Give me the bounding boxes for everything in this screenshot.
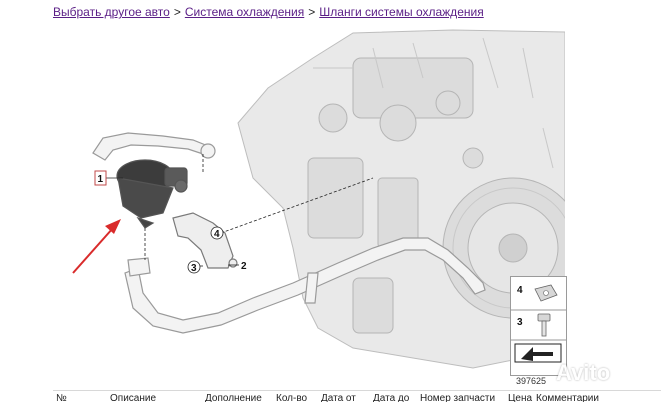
callout-4-label: 4: [214, 229, 220, 240]
breadcrumb-separator: >: [173, 5, 181, 19]
breadcrumb-cooling-hoses-link[interactable]: Шланги системы охлаждения: [319, 5, 483, 19]
legend-label-3: 3: [517, 317, 523, 328]
callout-1-label: 1: [98, 174, 104, 185]
parts-table-header: № Описание Дополнение Кол-во Дата от Дат…: [53, 390, 661, 402]
clip-nut-icon: [534, 284, 558, 302]
breadcrumb: Выбрать другое авто > Система охлаждения > Ш…: [53, 5, 484, 19]
callout-1: 1: [94, 170, 107, 186]
direction-arrow-icon: [514, 343, 562, 363]
diagram-number: 397625: [516, 376, 547, 386]
callout-2-label: 2: [241, 261, 247, 272]
breadcrumb-choose-car-link[interactable]: Выбрать другое авто: [53, 5, 170, 19]
red-pointer-arrow-icon: [72, 219, 121, 274]
avito-watermark: Avito: [556, 360, 611, 385]
legend-label-4: 4: [517, 285, 523, 296]
parts-diagram: 1 2 3 4: [53, 28, 565, 390]
engine-drawing: 1 2 3 4: [72, 29, 565, 369]
bolt-icon: [537, 313, 551, 337]
callout-3: 3: [187, 260, 201, 274]
breadcrumb-cooling-system-link[interactable]: Система охлаждения: [185, 5, 304, 19]
callout-3-label: 3: [191, 263, 197, 274]
breadcrumb-separator: >: [308, 5, 316, 19]
